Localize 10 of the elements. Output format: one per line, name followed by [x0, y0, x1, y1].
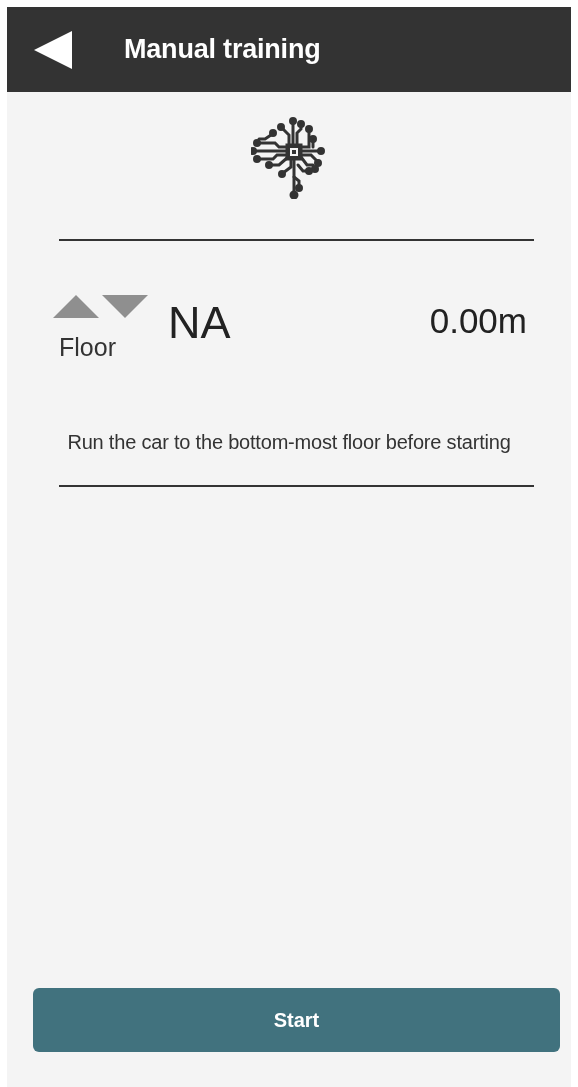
instruction-text: Run the car to the bottom-most floor before starting	[66, 431, 512, 454]
floor-value: NA	[168, 297, 231, 349]
distance-value: 0.00m	[429, 301, 527, 341]
screen-title: Manual training	[124, 34, 321, 65]
circuit-brain-icon	[251, 117, 327, 199]
up-arrow-icon[interactable]	[53, 295, 99, 318]
start-button[interactable]: Start	[33, 988, 560, 1052]
back-button[interactable]	[33, 29, 73, 70]
down-arrow-icon[interactable]	[102, 295, 148, 318]
floor-label: Floor	[59, 333, 116, 362]
